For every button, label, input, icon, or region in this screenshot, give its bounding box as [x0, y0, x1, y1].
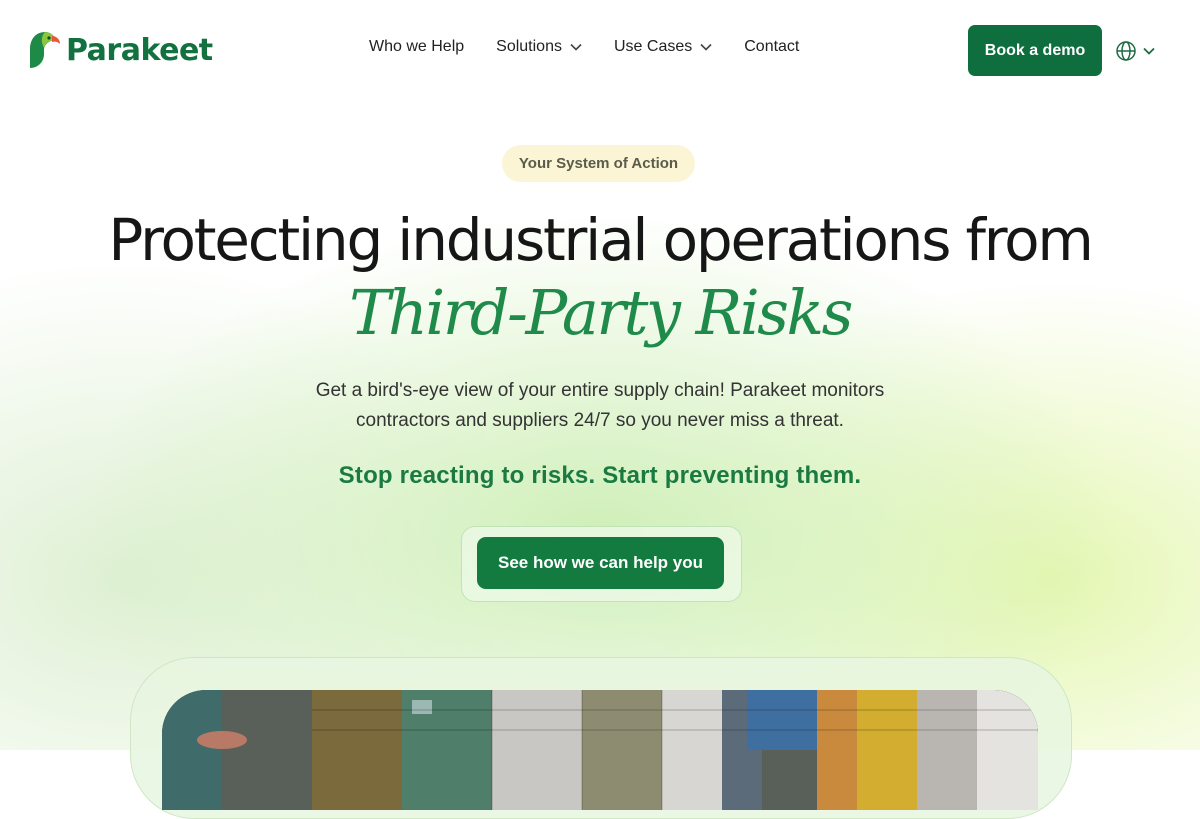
- nav-item-label: Who we Help: [369, 38, 465, 55]
- nav-item-label: Solutions: [496, 38, 562, 55]
- nav-item-who-we-help[interactable]: Who we Help: [369, 38, 464, 56]
- book-demo-button[interactable]: Book a demo: [968, 25, 1102, 76]
- language-selector[interactable]: [1115, 40, 1155, 62]
- site-header: Parakeet Who we Help Solutions Use Cases…: [0, 0, 1200, 100]
- logo-link[interactable]: Parakeet: [28, 30, 213, 70]
- chevron-down-icon: [1143, 47, 1155, 55]
- chevron-down-icon: [570, 43, 582, 51]
- nav-item-solutions[interactable]: Solutions: [496, 38, 582, 56]
- port-aerial-image: [162, 690, 1038, 810]
- parakeet-logo-icon: [30, 32, 60, 68]
- see-how-we-can-help-button[interactable]: See how we can help you: [477, 537, 724, 589]
- hero-title-accent: Third-Party Risks: [349, 276, 853, 349]
- main-nav: Who we Help Solutions Use Cases Contact: [369, 38, 799, 56]
- hero-tagline: Stop reacting to risks. Start preventing…: [338, 462, 862, 489]
- hero-description: Get a bird's-eye view of your entire sup…: [315, 380, 885, 431]
- chevron-down-icon: [700, 43, 712, 51]
- nav-item-label: Use Cases: [613, 38, 693, 55]
- nav-item-contact[interactable]: Contact: [744, 38, 799, 56]
- nav-item-label: Contact: [744, 38, 800, 55]
- hero-image-shipping-port: [162, 690, 1038, 810]
- hero-badge: Your System of Action: [502, 145, 695, 182]
- nav-item-use-cases[interactable]: Use Cases: [614, 38, 712, 56]
- brand-name: Parakeet: [66, 32, 213, 68]
- hero-title: Protecting industrial operations from: [108, 206, 1094, 274]
- globe-icon: [1116, 41, 1136, 61]
